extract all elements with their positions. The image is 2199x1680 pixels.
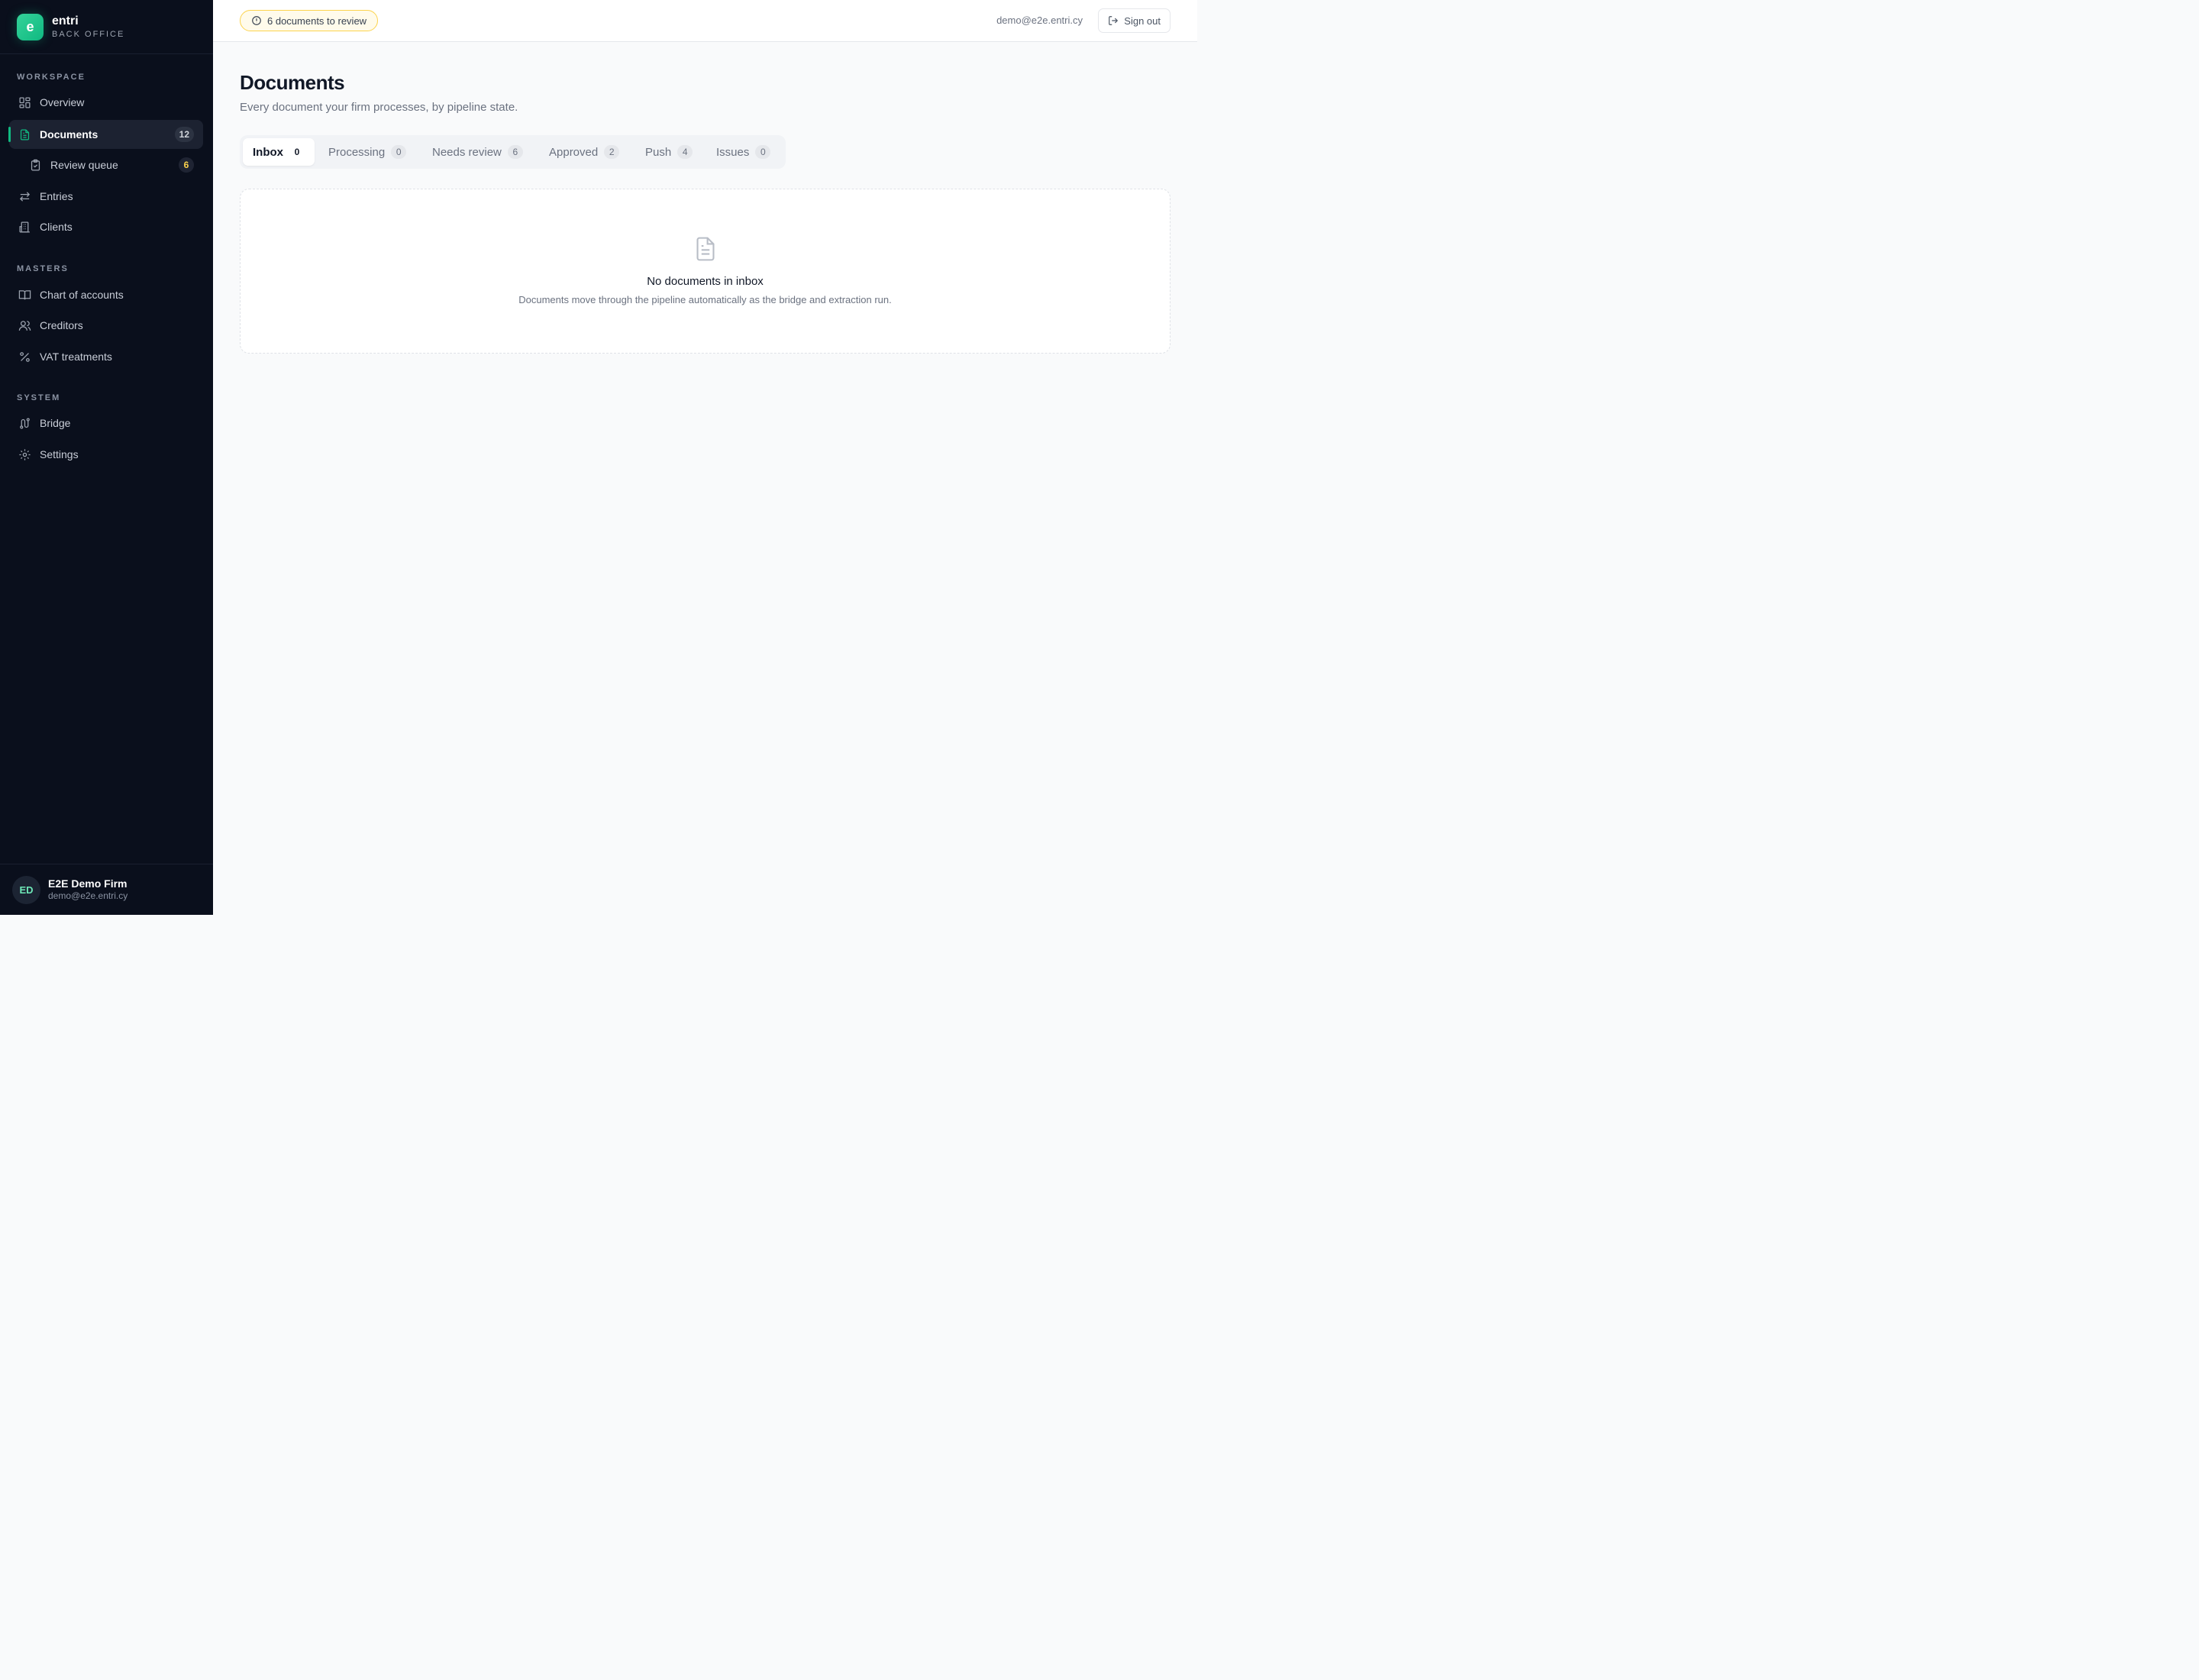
tab-approved[interactable]: Approved 2 [539, 138, 629, 166]
brand-subtitle: BACK OFFICE [52, 29, 125, 39]
arrows-swap-icon [18, 190, 31, 203]
tab-label: Processing [328, 145, 386, 159]
empty-state: No documents in inbox Documents move thr… [240, 189, 1171, 354]
users-icon [18, 319, 31, 332]
avatar: ED [12, 875, 40, 904]
tab-count: 0 [755, 145, 771, 159]
user-email: demo@e2e.entri.cy [996, 15, 1083, 26]
sidebar-item-label: Review queue [50, 159, 118, 171]
document-icon [693, 236, 718, 262]
tab-count: 6 [507, 145, 523, 159]
tab-label: Needs review [432, 145, 502, 159]
count-badge: 12 [174, 127, 194, 142]
pipeline-tabs: Inbox 0 Processing 0 Needs review 6 Appr… [240, 135, 786, 169]
section-label-masters: MASTERS [17, 264, 69, 273]
sidebar-item-label: Clients [40, 221, 73, 233]
topbar: 6 documents to review demo@e2e.entri.cy … [213, 0, 1197, 42]
sidebar-item-label: Entries [40, 190, 73, 202]
sidebar-item-label: Chart of accounts [40, 289, 124, 301]
building-icon [18, 221, 31, 234]
gear-icon [18, 448, 31, 461]
tab-count: 0 [391, 145, 407, 159]
sidebar-item-label: Documents [40, 128, 98, 141]
tab-count: 2 [604, 145, 620, 159]
page-subtitle: Every document your firm processes, by p… [240, 101, 518, 114]
tab-push[interactable]: Push 4 [635, 138, 702, 166]
sidebar-item-creditors[interactable]: Creditors [9, 311, 203, 340]
sidebar-item-label: Bridge [40, 417, 71, 429]
grid-icon [18, 96, 31, 109]
tab-label: Inbox [253, 145, 283, 159]
route-icon [18, 417, 31, 430]
tab-label: Push [645, 145, 672, 159]
review-notice-text: 6 documents to review [267, 15, 367, 27]
sidebar-item-clients[interactable]: Clients [9, 212, 203, 241]
tab-label: Approved [549, 145, 599, 159]
sidebar-item-vat-treatments[interactable]: VAT treatments [9, 342, 203, 371]
sidebar-item-review-queue[interactable]: Review queue 6 [9, 150, 203, 179]
sidebar-item-label: Creditors [40, 319, 83, 331]
tab-inbox[interactable]: Inbox 0 [243, 138, 315, 166]
sign-out-button[interactable]: Sign out [1098, 8, 1171, 33]
brand-name: entri [52, 14, 79, 27]
book-icon [18, 289, 31, 302]
tab-issues[interactable]: Issues 0 [706, 138, 780, 166]
sign-out-icon [1109, 16, 1119, 25]
clipboard-check-icon [29, 159, 42, 172]
sidebar: e entri BACK OFFICE WORKSPACE Overview D… [0, 0, 213, 915]
tab-count: 4 [677, 145, 693, 159]
sidebar-item-entries[interactable]: Entries [9, 182, 203, 211]
sidebar-item-chart-of-accounts[interactable]: Chart of accounts [9, 280, 203, 309]
sign-out-label: Sign out [1124, 15, 1161, 27]
sidebar-item-label: VAT treatments [40, 351, 112, 363]
sidebar-item-overview[interactable]: Overview [9, 88, 203, 117]
brand-logo: e [17, 13, 44, 40]
section-label-workspace: WORKSPACE [17, 73, 86, 82]
empty-state-description: Documents move through the pipeline auto… [518, 294, 892, 305]
sidebar-item-settings[interactable]: Settings [9, 440, 203, 469]
sidebar-item-bridge[interactable]: Bridge [9, 409, 203, 438]
account-switcher[interactable]: ED E2E Demo Firm demo@e2e.entri.cy [0, 864, 213, 915]
tab-label: Issues [716, 145, 750, 159]
review-notice-pill[interactable]: 6 documents to review [240, 10, 379, 31]
sidebar-item-label: Settings [40, 448, 79, 460]
section-label-system: SYSTEM [17, 393, 61, 402]
count-badge: 6 [179, 157, 194, 173]
page-title: Documents [240, 71, 345, 94]
tab-needs-review[interactable]: Needs review 6 [422, 138, 533, 166]
empty-state-title: No documents in inbox [647, 275, 764, 288]
sidebar-item-documents[interactable]: Documents 12 [8, 120, 203, 149]
tab-processing[interactable]: Processing 0 [318, 138, 416, 166]
percent-icon [18, 351, 31, 363]
sidebar-item-label: Overview [40, 96, 85, 108]
brand[interactable]: e entri BACK OFFICE [0, 0, 213, 54]
firm-email: demo@e2e.entri.cy [48, 890, 128, 901]
document-icon [18, 128, 31, 141]
alert-circle-icon [252, 16, 261, 25]
tab-count: 0 [289, 145, 305, 159]
firm-name: E2E Demo Firm [48, 877, 128, 890]
